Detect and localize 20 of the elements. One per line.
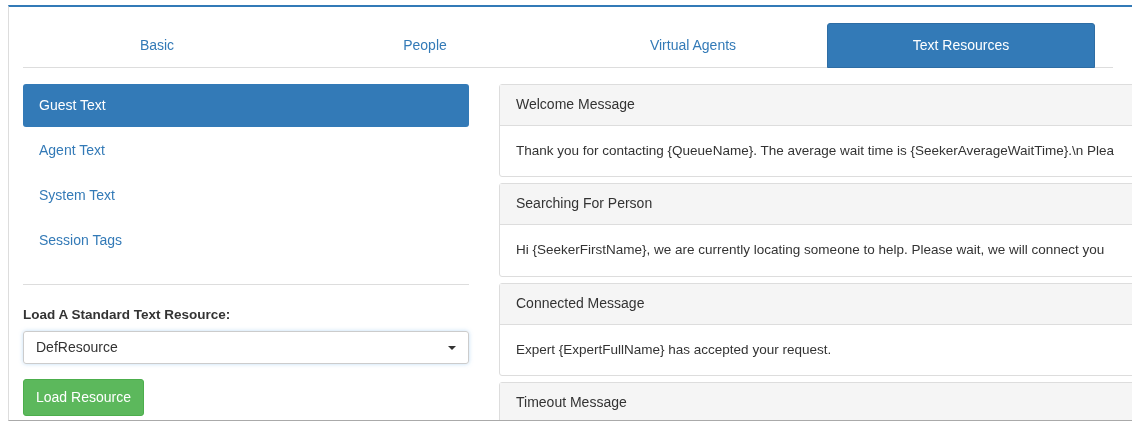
select-value: DefResource — [36, 338, 118, 358]
sidebar-item[interactable]: Guest Text — [23, 84, 469, 127]
message-text: Expert {ExpertFullName} has accepted your request. — [515, 340, 833, 359]
message-text: Thank you for contacting {QueueName}. The average wait time is {SeekerAverageWaitTime}.\n Plea — [515, 142, 1116, 160]
tab[interactable]: Basic — [23, 23, 291, 68]
panel-heading: Welcome Message — [500, 85, 1132, 126]
tab[interactable]: Text Resources — [827, 23, 1095, 68]
tab[interactable]: Virtual Agents — [559, 23, 827, 68]
sidebar-item[interactable]: Agent Text — [23, 129, 469, 172]
tab[interactable]: People — [291, 23, 559, 68]
caret-icon — [448, 345, 456, 350]
panel-heading: Timeout Message — [500, 382, 1132, 420]
message-text: Hi {SeekerFirstName}, we are currently locating someone to help. Please wait, we will connect you — [515, 241, 1106, 260]
sidebar-item[interactable]: System Text — [23, 174, 469, 217]
panel-heading: Searching For Person — [500, 184, 1132, 226]
load-resource-button[interactable]: Load Resource — [23, 379, 144, 417]
field-label: Load A Standard Text Resource: — [23, 306, 232, 324]
sidebar-item[interactable]: Session Tags — [23, 219, 469, 262]
resource-select[interactable]: DefResource — [23, 331, 469, 365]
panel-heading: Connected Message — [500, 283, 1132, 325]
